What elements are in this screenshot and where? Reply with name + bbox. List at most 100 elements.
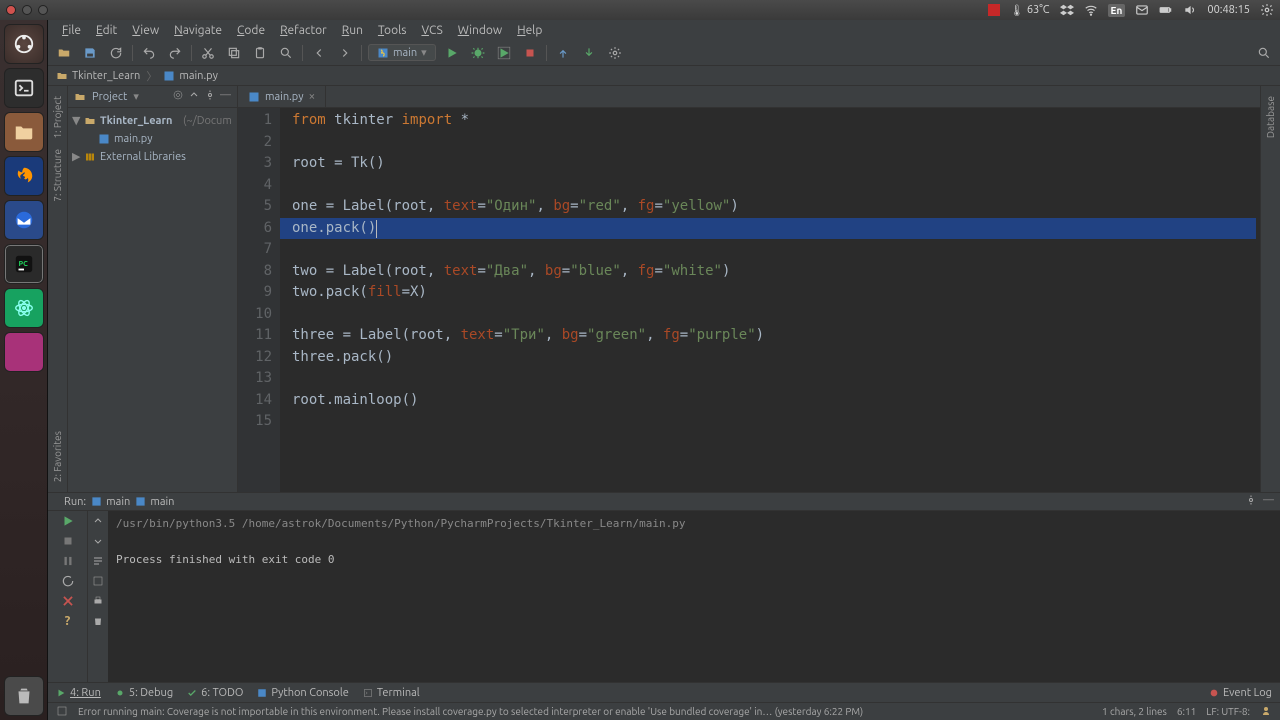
print-icon[interactable] [90,593,106,609]
tab-database[interactable]: Database [1265,96,1276,138]
bottom-tab-todo[interactable]: 6: TODO [187,687,243,699]
breadcrumb-file[interactable]: main.py [163,70,218,82]
project-panel-title: Project [92,91,127,103]
run-config-select[interactable]: main ▾ [368,44,436,61]
dropbox-icon[interactable] [1060,3,1074,17]
vcs-commit-icon[interactable] [579,43,599,63]
gear-icon[interactable] [204,89,216,104]
files-icon[interactable] [4,112,44,152]
project-tree[interactable]: ▼ Tkinter_Learn (~/Docum main.py ▶ Exter… [68,108,237,492]
stop-icon[interactable] [520,43,540,63]
mail-icon[interactable] [1135,3,1149,17]
back-icon[interactable] [309,43,329,63]
collapse-icon[interactable] [188,89,200,104]
settings-gear-icon[interactable] [1260,3,1274,17]
help-icon[interactable]: ? [60,613,76,629]
vcs-update-icon[interactable] [553,43,573,63]
tray-lang[interactable]: En [1108,4,1126,17]
menu-help[interactable]: Help [511,22,548,39]
close-tab-icon[interactable]: × [309,91,316,103]
menu-tools[interactable]: Tools [372,22,413,39]
wifi-icon[interactable] [1084,3,1098,17]
run-hide-icon[interactable]: — [1263,494,1274,509]
breadcrumb-project[interactable]: Tkinter_Learn [56,70,140,82]
restart-icon[interactable] [60,573,76,589]
menu-refactor[interactable]: Refactor [274,22,333,39]
menu-run[interactable]: Run [336,22,369,39]
atom-icon[interactable] [4,288,44,328]
volume-icon[interactable] [1183,3,1197,17]
down-icon[interactable] [90,533,106,549]
terminal-icon[interactable] [4,68,44,108]
tree-project-root[interactable]: ▼ Tkinter_Learn (~/Docum [72,112,233,130]
stop-run-icon[interactable] [60,533,76,549]
menu-file[interactable]: File [56,22,87,39]
tab-project[interactable]: 1: Project [52,96,63,139]
maximize-icon[interactable] [38,5,48,15]
bottom-tab-eventlog[interactable]: Event Log [1209,687,1272,699]
status-encoding: LF: UTF-8: [1206,706,1250,717]
menu-view[interactable]: View [126,22,165,39]
run-cfg-1[interactable]: main [91,496,130,508]
minimize-icon[interactable] [22,5,32,15]
redo-icon[interactable] [165,43,185,63]
tree-file-main[interactable]: main.py [72,130,233,148]
debug-icon[interactable] [468,43,488,63]
console-output[interactable]: /usr/bin/python3.5 /home/astrok/Document… [108,511,1280,682]
toolbar: main ▾ [48,40,1280,66]
menu-edit[interactable]: Edit [90,22,123,39]
trash-icon[interactable] [4,676,44,716]
run-icon[interactable] [442,43,462,63]
forward-icon[interactable] [335,43,355,63]
tray-clock[interactable]: 00:48:15 [1207,4,1250,16]
bottom-tab-pyconsole[interactable]: Python Console [257,687,348,699]
bottom-tab-terminal[interactable]: Terminal [363,687,420,699]
up-icon[interactable] [90,513,106,529]
status-bar: Error running main: Coverage is not impo… [48,702,1280,720]
hector-icon[interactable] [1260,705,1272,719]
app-icon[interactable] [4,332,44,372]
clear-icon[interactable] [90,613,106,629]
editor-tab-main[interactable]: main.py × [238,86,326,107]
thunderbird-icon[interactable] [4,200,44,240]
project-panel: Project ▾ — ▼ [68,86,238,492]
close-run-icon[interactable] [60,593,76,609]
run-settings-icon[interactable] [1245,494,1257,509]
code-editor[interactable]: 123456789101112131415 from tkinter impor… [238,108,1260,492]
paste-icon[interactable] [250,43,270,63]
menu-navigate[interactable]: Navigate [168,22,228,39]
hide-icon[interactable]: — [220,89,231,104]
cut-icon[interactable] [198,43,218,63]
save-icon[interactable] [80,43,100,63]
soft-wrap-icon[interactable] [90,553,106,569]
open-icon[interactable] [54,43,74,63]
menu-vcs[interactable]: VCS [415,22,448,39]
status-message: Error running main: Coverage is not impo… [78,706,1092,717]
rerun-icon[interactable] [60,513,76,529]
copy-icon[interactable] [224,43,244,63]
coverage-icon[interactable] [494,43,514,63]
run-cfg-2[interactable]: main [135,496,174,508]
tab-favorites[interactable]: 2: Favorites [52,431,63,482]
settings-icon[interactable] [605,43,625,63]
bottom-tab-debug[interactable]: 5: Debug [115,687,173,699]
menu-code[interactable]: Code [231,22,271,39]
tree-external-libs[interactable]: ▶ External Libraries [72,148,233,166]
scroll-end-icon[interactable] [90,573,106,589]
pause-icon[interactable] [60,553,76,569]
search-everywhere-icon[interactable] [1254,43,1274,63]
close-icon[interactable] [6,5,16,15]
firefox-icon[interactable] [4,156,44,196]
target-icon[interactable] [172,89,184,104]
tray-record-icon[interactable] [988,4,1000,16]
refresh-icon[interactable] [106,43,126,63]
find-icon[interactable] [276,43,296,63]
dash-icon[interactable] [4,24,44,64]
pycharm-icon[interactable]: PC [4,244,44,284]
status-icon[interactable] [56,705,68,719]
battery-icon[interactable] [1159,3,1173,17]
tab-structure[interactable]: 7: Structure [52,149,63,202]
menu-window[interactable]: Window [452,22,508,39]
bottom-tab-run[interactable]: 4: Run [56,687,101,699]
undo-icon[interactable] [139,43,159,63]
